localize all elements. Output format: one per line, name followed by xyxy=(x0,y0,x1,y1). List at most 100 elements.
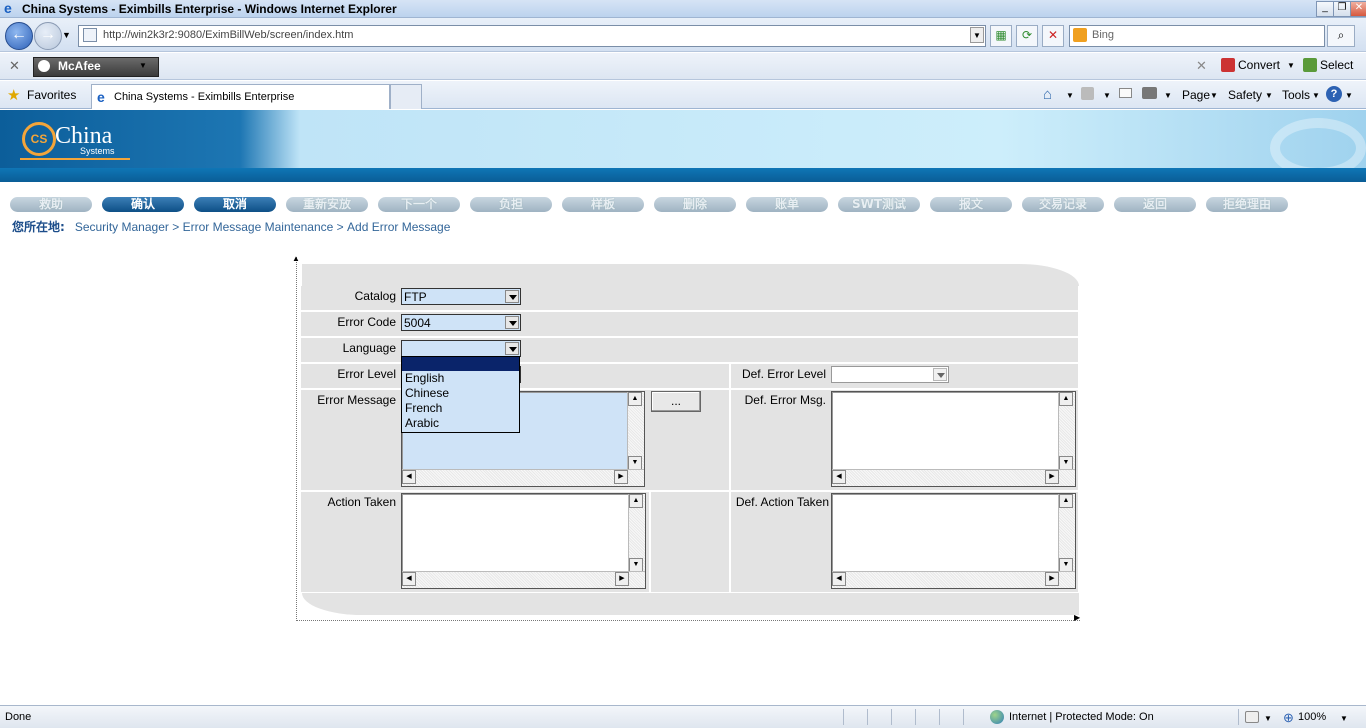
print-icon[interactable] xyxy=(1142,87,1157,99)
status-bar: Done Internet | Protected Mode: On ▼ ⊕ 1… xyxy=(0,705,1366,728)
mcafee-dropdown-icon[interactable]: ▼ xyxy=(139,61,147,70)
chevron-down-icon[interactable] xyxy=(505,290,519,303)
scroll-left-icon[interactable]: ◀ xyxy=(402,572,416,586)
address-dropdown-icon[interactable]: ▼ xyxy=(970,27,984,43)
safety-menu[interactable]: Safety xyxy=(1228,88,1262,102)
mail-icon[interactable] xyxy=(1119,88,1132,98)
breadcrumb-item-security-manager[interactable]: Security Manager xyxy=(75,220,169,234)
error-code-select[interactable]: 5004 xyxy=(401,314,521,331)
breadcrumb-lead: 您所在地: xyxy=(12,220,65,234)
toolbar-button-2[interactable]: 取消 xyxy=(194,197,276,212)
horizontal-scrollbar[interactable]: ◀ ▶ xyxy=(402,469,644,486)
chevron-down-icon[interactable] xyxy=(505,342,519,355)
home-dropdown-icon[interactable]: ▼ xyxy=(1066,91,1074,100)
stop-icon[interactable]: ✕ xyxy=(1042,25,1064,47)
scroll-left-icon[interactable]: ◀ xyxy=(832,572,846,586)
catalog-select[interactable]: FTP xyxy=(401,288,521,305)
breadcrumb-item-error-message-maintenance[interactable]: Error Message Maintenance xyxy=(183,220,334,234)
print-dropdown-icon[interactable]: ▼ xyxy=(1164,91,1172,100)
scroll-up-icon[interactable]: ▲ xyxy=(1059,392,1073,406)
vertical-scrollbar[interactable]: ▲ ▼ xyxy=(1058,494,1075,572)
zone-text[interactable]: Internet | Protected Mode: On xyxy=(1009,711,1154,723)
scroll-down-icon[interactable]: ▼ xyxy=(629,558,643,572)
close-toolbar-icon[interactable]: ✕ xyxy=(9,58,20,74)
scroll-down-icon[interactable]: ▼ xyxy=(1059,558,1073,572)
close-addon-icon[interactable]: ✕ xyxy=(1196,58,1207,74)
toolbar-button-1[interactable]: 确认 xyxy=(102,197,184,212)
action-taken-label: Action Taken xyxy=(327,495,397,509)
status-segment xyxy=(891,709,914,725)
chevron-down-icon[interactable] xyxy=(505,316,519,329)
breadcrumb-separator: > xyxy=(172,220,180,234)
help-icon[interactable]: ? xyxy=(1326,86,1342,102)
address-toolbar: ← → ▼ http://win2k3r2:9080/EximBillWeb/s… xyxy=(0,18,1366,52)
search-input[interactable]: Bing xyxy=(1069,25,1325,47)
refresh-icon[interactable]: ⟳ xyxy=(1016,25,1038,47)
protected-dropdown-icon[interactable]: ▼ xyxy=(1264,714,1272,723)
vertical-scrollbar[interactable]: ▲ ▼ xyxy=(1058,392,1075,470)
convert-icon xyxy=(1221,58,1235,72)
scroll-up-icon[interactable]: ▲ xyxy=(628,392,642,406)
vertical-scrollbar[interactable]: ▲ ▼ xyxy=(627,392,644,470)
history-dropdown-icon[interactable]: ▼ xyxy=(62,30,71,40)
page-menu[interactable]: Page xyxy=(1182,88,1210,102)
page-dropdown-icon[interactable]: ▼ xyxy=(1210,91,1218,100)
search-icon[interactable]: ⌕ xyxy=(1327,25,1355,47)
feeds-dropdown-icon[interactable]: ▼ xyxy=(1103,91,1111,100)
def-error-msg-label: Def. Error Msg. xyxy=(744,393,826,407)
address-bar[interactable]: http://win2k3r2:9080/EximBillWeb/screen/… xyxy=(78,25,986,47)
compatibility-view-icon[interactable]: ▦ xyxy=(990,25,1012,47)
feeds-icon[interactable] xyxy=(1081,87,1094,100)
safety-dropdown-icon[interactable]: ▼ xyxy=(1265,91,1273,100)
convert-button[interactable]: Convert xyxy=(1238,58,1280,72)
convert-dropdown-icon[interactable]: ▼ xyxy=(1287,61,1295,70)
toolbar-button-12: 返回 xyxy=(1114,197,1196,212)
zoom-icon[interactable]: ⊕ xyxy=(1283,710,1294,726)
scroll-down-icon[interactable]: ▼ xyxy=(628,456,642,470)
browser-tab[interactable]: e China Systems - Eximbills Enterprise xyxy=(91,84,390,109)
scroll-down-icon[interactable]: ▼ xyxy=(1059,456,1073,470)
scroll-right-icon[interactable]: ▶ xyxy=(1045,470,1059,484)
vertical-scrollbar[interactable]: ▲ ▼ xyxy=(628,494,645,572)
action-taken-textarea[interactable]: ▲ ▼ ◀ ▶ xyxy=(401,493,646,589)
language-option-chinese[interactable]: Chinese xyxy=(402,386,519,401)
scroll-right-icon[interactable]: ▶ xyxy=(615,572,629,586)
scroll-up-icon[interactable]: ▲ xyxy=(629,494,643,508)
scroll-left-icon[interactable]: ◀ xyxy=(402,470,416,484)
forward-button[interactable]: → xyxy=(34,22,62,50)
tab-title: China Systems - Eximbills Enterprise xyxy=(114,91,295,103)
def-error-msg-textarea: ▲ ▼ ◀ ▶ xyxy=(831,391,1076,487)
favorites-button[interactable]: Favorites xyxy=(27,88,76,102)
home-icon[interactable]: ⌂ xyxy=(1043,86,1052,103)
breadcrumb-item-add-error-message[interactable]: Add Error Message xyxy=(347,220,450,234)
scroll-up-icon[interactable]: ▲ xyxy=(1059,494,1073,508)
select-button[interactable]: Select xyxy=(1320,58,1353,72)
lookup-button[interactable]: ... xyxy=(651,391,701,412)
favorites-bar: ★ Favorites e China Systems - Eximbills … xyxy=(0,81,1366,109)
help-dropdown-icon[interactable]: ▼ xyxy=(1345,91,1353,100)
language-option-arabic[interactable]: Arabic xyxy=(402,416,519,431)
dropdown-highlight-empty-option[interactable] xyxy=(402,357,519,371)
horizontal-scrollbar[interactable]: ◀ ▶ xyxy=(832,571,1075,588)
back-button[interactable]: ← xyxy=(5,22,33,50)
zoom-level[interactable]: 100% xyxy=(1298,711,1326,723)
tools-menu[interactable]: Tools xyxy=(1282,88,1310,102)
horizontal-scrollbar[interactable]: ◀ ▶ xyxy=(832,469,1075,486)
catalog-value: FTP xyxy=(404,290,427,304)
language-dropdown-list[interactable]: English Chinese French Arabic xyxy=(401,356,520,433)
zoom-dropdown-icon[interactable]: ▼ xyxy=(1340,714,1348,723)
protected-mode-icon[interactable] xyxy=(1245,711,1259,723)
language-option-english[interactable]: English xyxy=(402,371,519,386)
horizontal-scrollbar[interactable]: ◀ ▶ xyxy=(402,571,645,588)
language-select[interactable] xyxy=(401,340,521,357)
tools-dropdown-icon[interactable]: ▼ xyxy=(1312,91,1320,100)
scroll-right-icon[interactable]: ▶ xyxy=(614,470,628,484)
new-tab-button[interactable] xyxy=(390,84,422,109)
select-icon xyxy=(1303,58,1317,72)
minimize-icon[interactable]: _ xyxy=(1316,1,1334,17)
restore-icon[interactable]: ❐ xyxy=(1333,1,1351,17)
close-icon[interactable]: ✕ xyxy=(1350,1,1366,17)
language-option-french[interactable]: French xyxy=(402,401,519,416)
scroll-right-icon[interactable]: ▶ xyxy=(1045,572,1059,586)
scroll-left-icon[interactable]: ◀ xyxy=(832,470,846,484)
